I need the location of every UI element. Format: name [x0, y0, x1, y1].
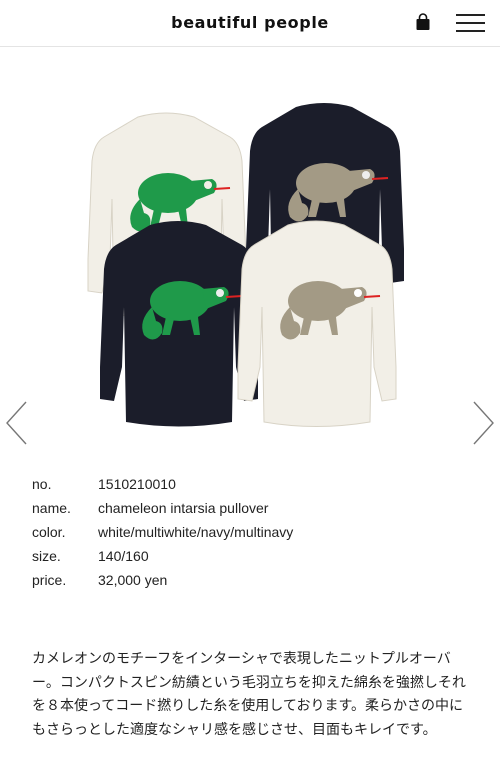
spec-label: no. — [32, 476, 52, 492]
chevron-right-icon[interactable] — [470, 400, 496, 446]
spec-row-name: name. chameleon intarsia pullover — [32, 500, 472, 524]
spec-label: color. — [32, 524, 66, 540]
spec-row-number: no. 1510210010 — [32, 476, 472, 500]
spec-row-price: price. 32,000 yen — [32, 572, 472, 596]
site-header: beautiful people — [0, 0, 500, 47]
spec-value: 1510210010 — [98, 476, 176, 492]
product-specs: no. 1510210010 name. chameleon intarsia … — [32, 476, 472, 596]
product-description: カメレオンのモチーフをインターシャで表現したニットプルオーバー。コンパクトスピン… — [32, 650, 466, 737]
spec-value: white/multiwhite/navy/multinavy — [98, 524, 294, 540]
product-image-carousel — [0, 47, 500, 457]
spec-value: 140/160 — [98, 548, 149, 564]
spec-label: size. — [32, 548, 61, 564]
spec-row-size: size. 140/160 — [32, 548, 472, 572]
chevron-left-icon[interactable] — [4, 400, 30, 446]
spec-label: name. — [32, 500, 71, 516]
spec-row-color: color. white/multiwhite/navy/multinavy — [32, 524, 472, 548]
spec-label: price. — [32, 572, 67, 588]
spec-value: 32,000 yen — [98, 572, 168, 588]
product-photo — [87, 103, 404, 427]
shopping-bag-icon[interactable] — [415, 13, 431, 31]
hamburger-menu-icon[interactable] — [456, 12, 486, 34]
spec-value: chameleon intarsia pullover — [98, 500, 269, 516]
